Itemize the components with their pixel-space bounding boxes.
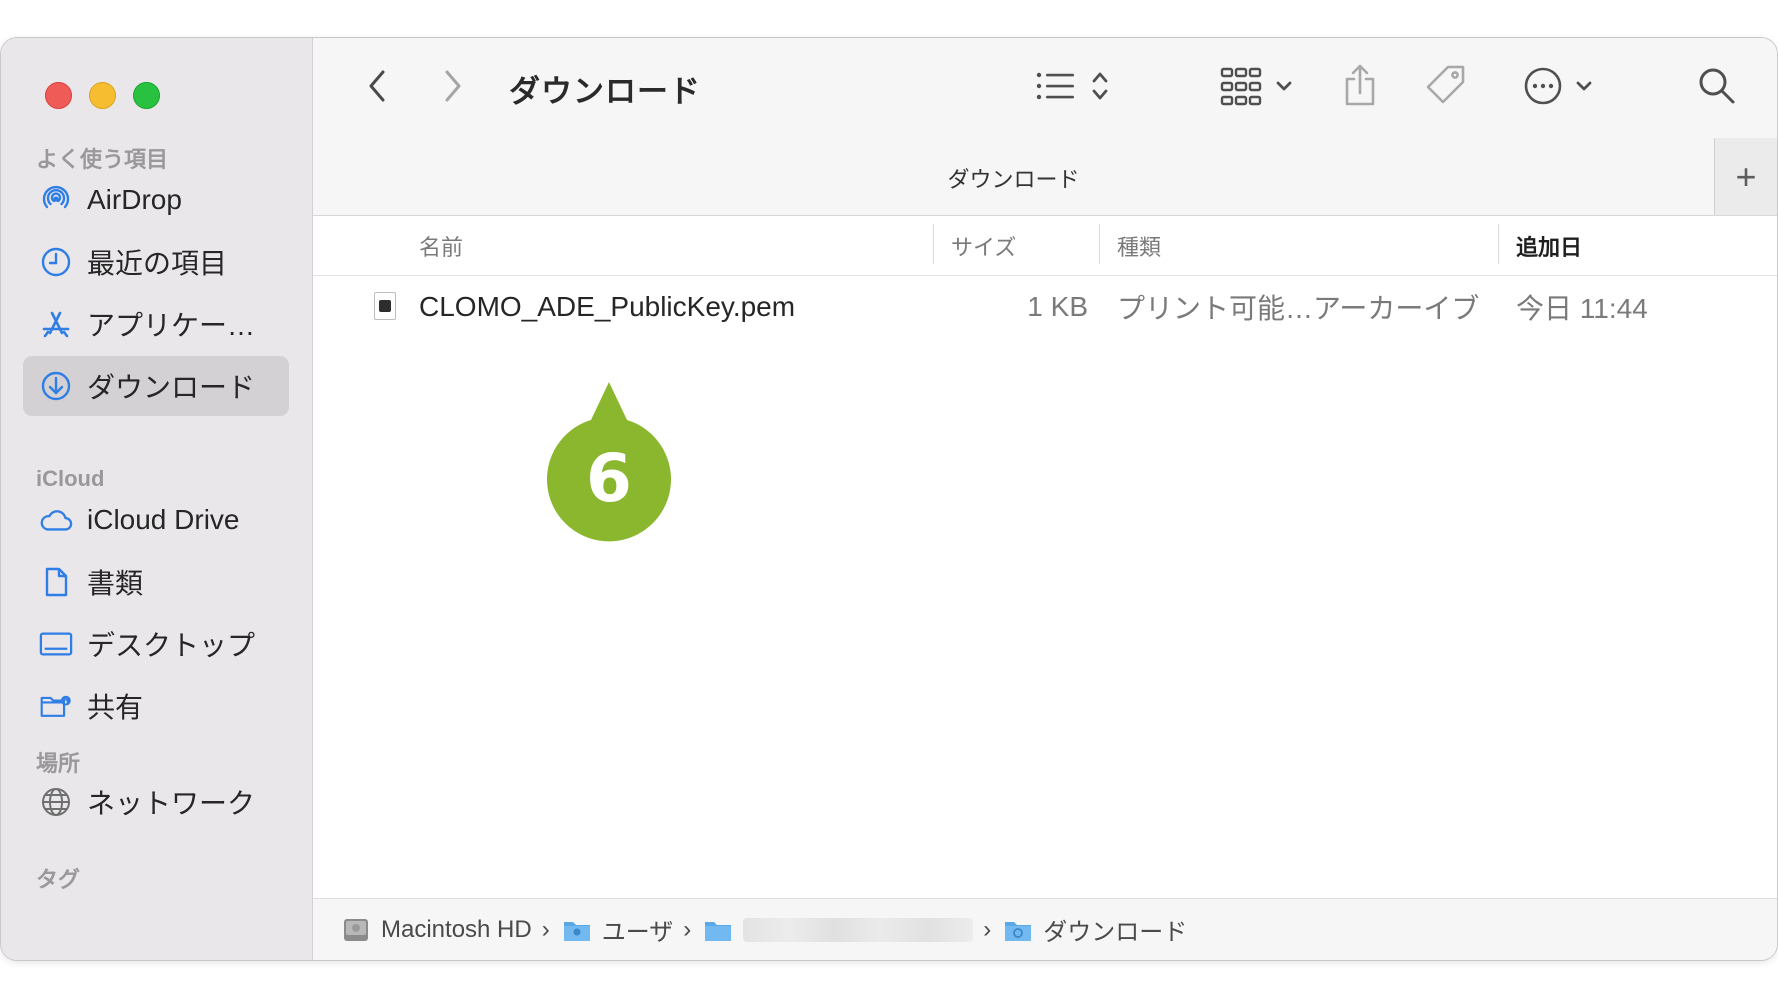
column-divider[interactable]: [1498, 224, 1499, 264]
path-separator: ›: [541, 915, 550, 943]
column-header: 名前 サイズ 種類 追加日: [313, 216, 1777, 276]
sidebar-item-label: 共有: [87, 692, 144, 723]
sidebar-item-airdrop[interactable]: AirDrop: [23, 170, 289, 230]
shared-folder-icon: [39, 689, 73, 723]
search-button[interactable]: [1693, 64, 1741, 112]
sidebar: よく使う項目 AirDrop 最近の項目 アプリケー… ダウンロード iClou…: [1, 38, 313, 960]
sidebar-section-icloud: iCloud: [36, 466, 105, 491]
downloads-folder-icon: [1003, 917, 1033, 943]
forward-button[interactable]: [433, 68, 473, 108]
path-segment-label: Macintosh HD: [381, 915, 532, 943]
file-date-added: 今日 11:44: [1516, 293, 1648, 324]
more-actions-button[interactable]: [1513, 66, 1603, 110]
file-size: 1 KB: [1027, 291, 1088, 322]
clock-icon: [39, 245, 73, 279]
sidebar-section-tags: タグ: [36, 867, 81, 892]
sidebar-item-label: デスクトップ: [87, 630, 256, 661]
sidebar-item-label: アプリケー…: [87, 310, 256, 341]
column-divider[interactable]: [1099, 224, 1100, 264]
ellipsis-circle-icon: [1523, 66, 1563, 111]
sidebar-item-shared[interactable]: 共有: [23, 676, 289, 736]
step-callout: 6: [539, 378, 679, 543]
close-window-button[interactable]: [45, 82, 72, 109]
downloads-icon: [39, 369, 73, 403]
sidebar-item-label: AirDrop: [87, 184, 182, 215]
users-folder-icon: [562, 917, 592, 943]
column-date-added[interactable]: 追加日: [1516, 216, 1582, 276]
zoom-window-button[interactable]: [133, 82, 160, 109]
sidebar-item-desktop[interactable]: デスクトップ: [23, 614, 289, 674]
back-button[interactable]: [357, 68, 397, 108]
redacted-username: [743, 917, 974, 942]
path-segment-macintosh-hd[interactable]: Macintosh HD: [341, 916, 532, 944]
view-mode-button[interactable]: [1027, 66, 1117, 110]
sidebar-item-recents[interactable]: 最近の項目: [23, 232, 289, 292]
applications-icon: [39, 307, 73, 341]
window-controls: [45, 82, 160, 109]
tag-icon: [1424, 63, 1468, 112]
path-bar: Macintosh HD › ユーザ › › ダウンロード: [313, 898, 1777, 960]
up-down-chevron-icon: [1091, 70, 1109, 107]
path-segment-home[interactable]: [703, 917, 974, 943]
chevron-down-icon: [1275, 79, 1293, 97]
home-folder-icon: [703, 917, 733, 943]
group-button[interactable]: [1211, 66, 1301, 110]
sidebar-item-documents[interactable]: 書類: [23, 552, 289, 612]
tab-bar: ダウンロード +: [313, 138, 1777, 216]
window-title: ダウンロード: [509, 74, 701, 109]
network-icon: [39, 785, 73, 819]
desktop-icon: [39, 627, 73, 661]
tab-title[interactable]: ダウンロード: [313, 162, 1714, 194]
pem-file-icon: [374, 292, 396, 320]
grid-icon: [1219, 66, 1263, 111]
table-row[interactable]: CLOMO_ADE_PublicKey.pem 1 KB プリント可能…アーカー…: [313, 276, 1777, 338]
list-view-icon: [1035, 69, 1079, 108]
path-segment-label: ダウンロード: [1043, 919, 1188, 946]
sidebar-item-icloud-drive[interactable]: iCloud Drive: [23, 490, 289, 550]
path-separator: ›: [683, 915, 692, 943]
path-segment-downloads[interactable]: ダウンロード: [1003, 912, 1187, 947]
column-size[interactable]: サイズ: [951, 216, 1016, 276]
sidebar-item-label: ダウンロード: [87, 372, 256, 403]
icloud-icon: [39, 503, 73, 537]
sidebar-item-downloads[interactable]: ダウンロード: [23, 356, 289, 416]
column-name[interactable]: 名前: [419, 216, 463, 276]
sidebar-item-label: 書類: [87, 568, 144, 599]
sidebar-item-label: 最近の項目: [87, 248, 228, 279]
share-button[interactable]: [1337, 60, 1383, 114]
finder-window: よく使う項目 AirDrop 最近の項目 アプリケー… ダウンロード iClou…: [1, 38, 1777, 960]
document-icon: [39, 565, 73, 599]
path-segment-users[interactable]: ユーザ: [562, 912, 674, 947]
sidebar-item-network[interactable]: ネットワーク: [23, 772, 289, 832]
chevron-down-icon: [1575, 79, 1593, 97]
airdrop-icon: [39, 183, 73, 217]
sidebar-item-label: iCloud Drive: [87, 504, 240, 535]
minimize-window-button[interactable]: [89, 82, 116, 109]
chevron-left-icon: [367, 69, 387, 108]
column-divider[interactable]: [933, 224, 934, 264]
chevron-right-icon: [443, 69, 463, 108]
toolbar: ダウンロード: [313, 38, 1777, 138]
hard-drive-icon: [341, 917, 371, 943]
new-tab-button[interactable]: +: [1714, 138, 1777, 215]
sidebar-item-applications[interactable]: アプリケー…: [23, 294, 289, 354]
callout-number: 6: [586, 439, 632, 517]
path-segment-label: ユーザ: [601, 919, 674, 946]
sidebar-item-label: ネットワーク: [87, 788, 256, 819]
file-name: CLOMO_ADE_PublicKey.pem: [419, 291, 796, 322]
tag-button[interactable]: [1421, 62, 1471, 112]
file-kind: プリント可能…アーカーイブ: [1117, 293, 1480, 324]
share-icon: [1342, 63, 1378, 112]
column-kind[interactable]: 種類: [1117, 216, 1161, 276]
search-icon: [1697, 66, 1737, 111]
path-separator: ›: [983, 915, 992, 943]
